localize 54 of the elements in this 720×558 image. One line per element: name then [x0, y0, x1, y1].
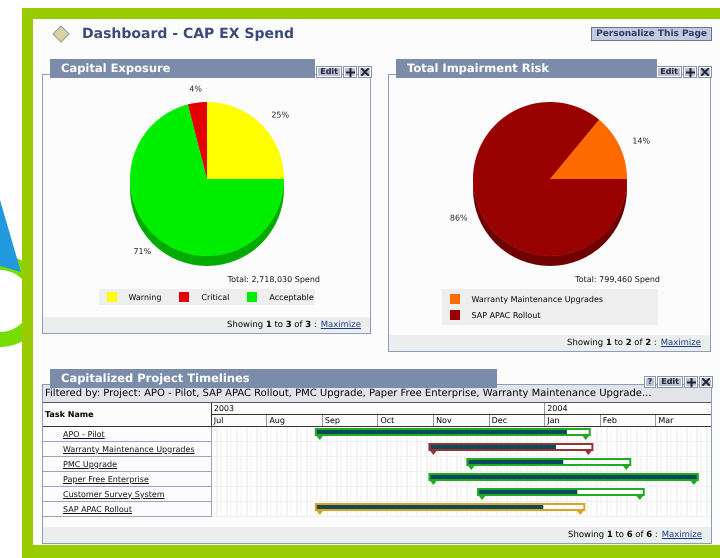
legend-label: Warranty Maintenance Upgrades — [472, 294, 604, 304]
close-icon — [361, 68, 369, 76]
task-link[interactable]: Customer Survey System — [63, 490, 165, 498]
edit-button[interactable]: Edit — [658, 377, 682, 387]
add-button[interactable] — [344, 67, 356, 77]
panel-title: Capital Exposure — [50, 59, 315, 78]
legend-swatch — [106, 292, 116, 302]
page-title: Dashboard - CAP EX Spend — [82, 26, 296, 42]
total-text: Total: 2,718,030 Spend — [226, 275, 321, 284]
maximize-link[interactable]: Maximize — [320, 320, 361, 330]
year-header: 2004 — [544, 403, 711, 414]
edit-button[interactable]: Edit — [317, 67, 341, 77]
paging-text: Showing 1 to 2 of 2 : — [567, 338, 657, 348]
task-link[interactable]: PMC Upgrade — [63, 460, 118, 468]
legend-swatch — [247, 292, 258, 302]
panel-title: Total Impairment Risk — [396, 59, 658, 78]
maximize-link[interactable]: Maximize — [662, 530, 702, 540]
close-button[interactable] — [699, 67, 711, 77]
panel-title: Capitalized Project Timelines — [50, 369, 497, 388]
column-header: Task Name — [43, 403, 212, 426]
personalize-button[interactable]: Personalize This Page — [591, 27, 712, 41]
plus-icon — [346, 68, 354, 76]
legend-swatch — [179, 292, 190, 302]
total-text: Total: 799,460 Spend — [574, 275, 661, 284]
legend-label: Critical — [201, 292, 230, 302]
task-link[interactable]: SAP APAC Rollout — [63, 504, 132, 514]
diamond-icon — [52, 25, 70, 43]
slice-label: 14% — [632, 136, 650, 146]
close-button[interactable] — [359, 67, 371, 77]
close-icon — [702, 378, 710, 386]
add-button[interactable] — [685, 377, 697, 387]
legend-label: SAP APAC Rollout — [472, 310, 540, 320]
task-link[interactable]: APO - Pilot — [63, 430, 105, 438]
task-link[interactable]: Warranty Maintenance Upgrades — [63, 444, 195, 454]
plus-icon — [686, 68, 694, 76]
slice-label: 25% — [270, 110, 289, 120]
slice-label: 86% — [449, 214, 468, 223]
maximize-link[interactable]: Maximize — [660, 338, 701, 348]
slice-label: 4% — [188, 84, 202, 94]
legend-swatch — [450, 310, 460, 320]
close-button[interactable] — [700, 377, 712, 387]
slice-label: 71% — [132, 246, 151, 256]
edit-button[interactable]: Edit — [657, 67, 681, 77]
paging-text: Showing 1 to 6 of 6 : — [568, 530, 658, 540]
legend-label: Warning — [128, 292, 162, 302]
task-link[interactable]: Paper Free Enterprise — [63, 474, 149, 484]
close-icon — [701, 68, 709, 76]
plus-icon — [686, 378, 696, 386]
help-button[interactable]: ? — [644, 377, 656, 387]
add-button[interactable] — [684, 67, 696, 77]
year-header: 2003 — [211, 403, 545, 414]
legend-label: Acceptable — [269, 292, 314, 302]
legend-swatch — [450, 294, 460, 304]
paging-text: Showing 1 to 3 of 3 : — [227, 320, 317, 330]
